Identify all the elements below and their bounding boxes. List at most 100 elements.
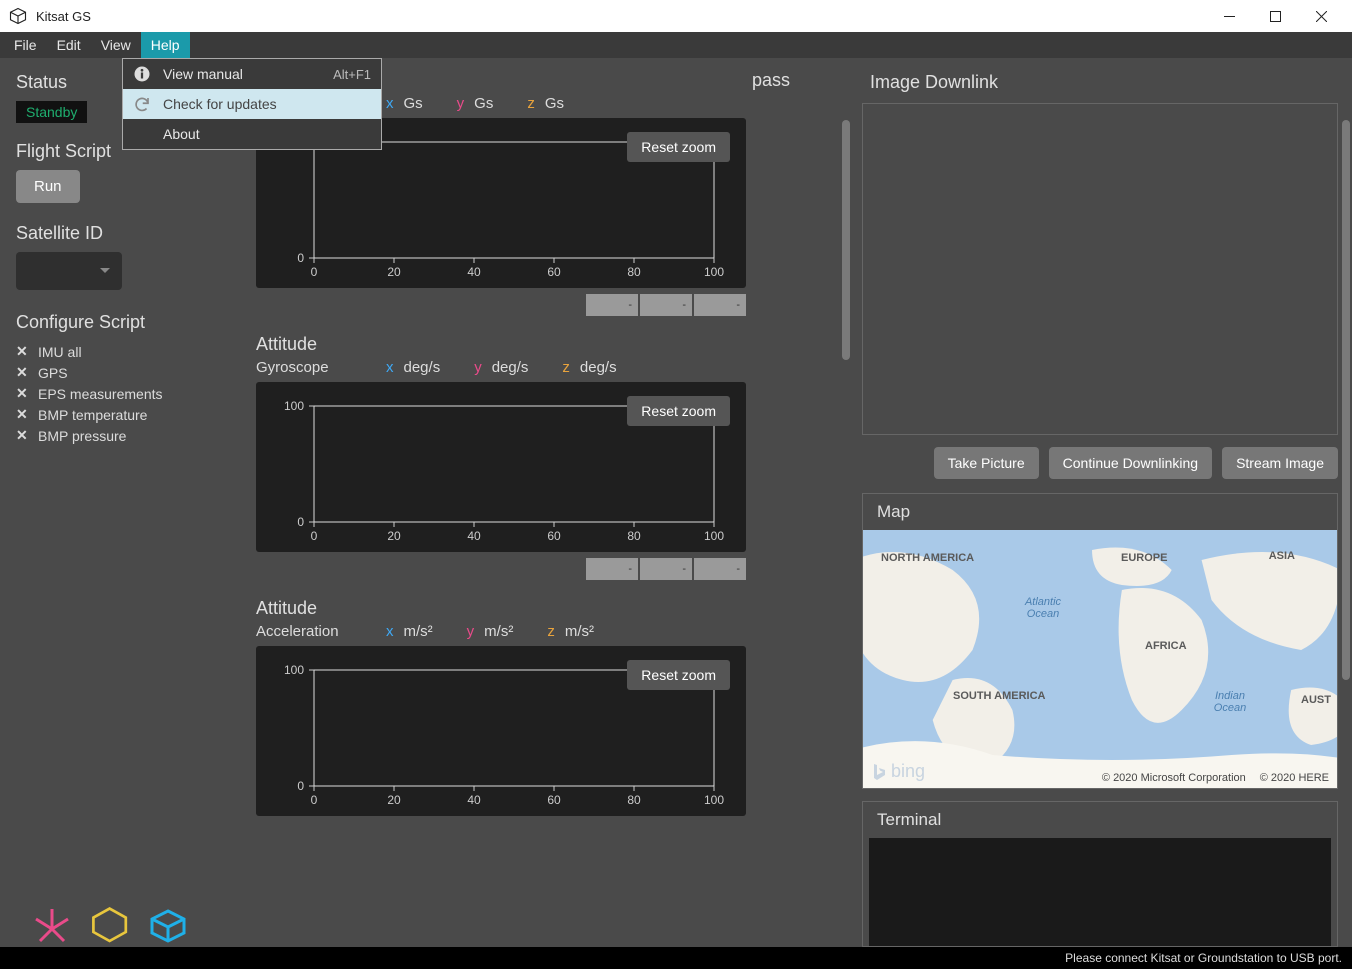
window-close-button[interactable] <box>1298 0 1344 32</box>
map-attr-here: © 2020 HERE <box>1260 772 1329 784</box>
map-attr-ms: © 2020 Microsoft Corporation <box>1102 772 1246 784</box>
run-button[interactable]: Run <box>16 170 80 203</box>
menu-view[interactable]: View <box>91 32 141 58</box>
sensor-name: Acceleration <box>256 623 376 640</box>
map-label-africa: AFRICA <box>1145 640 1187 652</box>
logo-magenta-icon <box>30 905 74 943</box>
menu-help[interactable]: Help <box>141 32 190 58</box>
refresh-icon <box>131 93 153 115</box>
image-downlink-area <box>862 103 1338 435</box>
legend-btn-z[interactable]: - <box>694 558 746 580</box>
chart-2: Reset zoom 0204060801000100 <box>256 646 746 816</box>
center-scrollbar[interactable] <box>842 120 850 360</box>
svg-text:60: 60 <box>547 529 561 543</box>
script-item-imu[interactable]: ✕ IMU all <box>16 341 216 362</box>
chart-1: Reset zoom 0204060801000100 <box>256 382 746 552</box>
menu-item-label: View manual <box>163 66 333 82</box>
menu-edit[interactable]: Edit <box>47 32 91 58</box>
menu-item-label: About <box>163 126 371 142</box>
script-item-label: IMU all <box>38 344 82 360</box>
sidebar: Status Standby Flight Script Run Satelli… <box>0 58 232 947</box>
close-icon: ✕ <box>16 406 32 423</box>
right-panel: Image Downlink Take Picture Continue Dow… <box>854 58 1352 947</box>
window-maximize-button[interactable] <box>1252 0 1298 32</box>
map-attribution: © 2020 Microsoft Corporation © 2020 HERE <box>1102 772 1329 784</box>
svg-text:20: 20 <box>387 793 401 807</box>
logo-yellow-icon <box>88 905 132 943</box>
continue-downlinking-button[interactable]: Continue Downlinking <box>1049 447 1212 479</box>
svg-text:0: 0 <box>311 529 318 543</box>
center-panel: pass Magnetometer xGs yGs zGs Reset zoom… <box>232 58 854 947</box>
axis-z-label: z <box>562 359 570 376</box>
svg-text:100: 100 <box>704 529 724 543</box>
svg-text:40: 40 <box>467 793 481 807</box>
satellite-id-heading: Satellite ID <box>16 223 216 244</box>
app-icon <box>8 6 28 26</box>
reset-zoom-button[interactable]: Reset zoom <box>627 396 730 426</box>
reset-zoom-button[interactable]: Reset zoom <box>627 660 730 690</box>
svg-text:40: 40 <box>467 529 481 543</box>
legend-btn-z[interactable]: - <box>694 294 746 316</box>
map-label-indian: Indian Ocean <box>1205 690 1255 714</box>
configure-script-heading: Configure Script <box>16 312 216 333</box>
map-canvas[interactable]: NORTH AMERICA EUROPE ASIA AFRICA SOUTH A… <box>863 530 1337 788</box>
svg-text:0: 0 <box>297 515 304 529</box>
title-bar: Kitsat GS <box>0 0 1352 32</box>
map-panel: Map NORTH AMERICA EUROPE ASIA AFRICA SOU… <box>862 493 1338 789</box>
menu-file[interactable]: File <box>4 32 47 58</box>
unit-label: deg/s <box>492 359 529 376</box>
image-downlink-heading: Image Downlink <box>862 72 1338 93</box>
menu-view-manual[interactable]: View manual Alt+F1 <box>123 59 381 89</box>
legend-btn-y[interactable]: - <box>640 294 692 316</box>
script-item-gps[interactable]: ✕GPS <box>16 362 216 383</box>
svg-text:60: 60 <box>547 265 561 279</box>
legend-btn-x[interactable]: - <box>586 558 638 580</box>
axis-z-label: z <box>527 95 535 112</box>
close-icon: ✕ <box>16 364 32 381</box>
satellite-id-select[interactable] <box>16 252 122 290</box>
unit-label: m/s² <box>565 623 594 640</box>
axis-x-label: x <box>386 359 394 376</box>
axis-y-label: y <box>467 623 475 640</box>
svg-text:0: 0 <box>311 265 318 279</box>
svg-text:100: 100 <box>704 265 724 279</box>
script-item-label: BMP temperature <box>38 407 147 423</box>
svg-text:40: 40 <box>467 265 481 279</box>
legend-btn-x[interactable]: - <box>586 294 638 316</box>
map-label-atlantic: Atlantic Ocean <box>1013 596 1073 620</box>
unit-label: m/s² <box>484 623 513 640</box>
sensor-name: Gyroscope <box>256 359 376 376</box>
chart-legend-buttons: - - - <box>256 294 746 316</box>
chevron-down-icon <box>100 268 110 274</box>
terminal-output[interactable] <box>869 838 1331 946</box>
svg-text:0: 0 <box>311 793 318 807</box>
svg-text:100: 100 <box>284 663 304 677</box>
svg-text:0: 0 <box>297 779 304 793</box>
axis-z-label: z <box>547 623 555 640</box>
stream-image-button[interactable]: Stream Image <box>1222 447 1338 479</box>
terminal-panel: Terminal <box>862 801 1338 947</box>
app-title: Kitsat GS <box>36 9 91 24</box>
panel-title: Attitude <box>256 334 830 355</box>
svg-text:100: 100 <box>284 399 304 413</box>
svg-text:80: 80 <box>627 265 641 279</box>
close-icon: ✕ <box>16 343 32 360</box>
status-text: Please connect Kitsat or Groundstation t… <box>1065 951 1342 965</box>
sensor-row: Acceleration xm/s² ym/s² zm/s² <box>256 623 830 640</box>
menu-item-shortcut: Alt+F1 <box>333 67 371 82</box>
menu-about[interactable]: About <box>123 119 381 149</box>
unit-label: deg/s <box>404 359 441 376</box>
axis-y-label: y <box>457 95 465 112</box>
bing-text: bing <box>891 761 925 782</box>
script-item-bmp-press[interactable]: ✕BMP pressure <box>16 425 216 446</box>
menu-check-updates[interactable]: Check for updates <box>123 89 381 119</box>
reset-zoom-button[interactable]: Reset zoom <box>627 132 730 162</box>
script-item-eps[interactable]: ✕EPS measurements <box>16 383 216 404</box>
blank-icon <box>131 123 153 145</box>
legend-btn-y[interactable]: - <box>640 558 692 580</box>
window-minimize-button[interactable] <box>1206 0 1252 32</box>
script-item-bmp-temp[interactable]: ✕ BMP temperature <box>16 404 216 425</box>
unit-label: Gs <box>545 95 564 112</box>
right-scrollbar[interactable] <box>1342 120 1350 680</box>
take-picture-button[interactable]: Take Picture <box>934 447 1039 479</box>
